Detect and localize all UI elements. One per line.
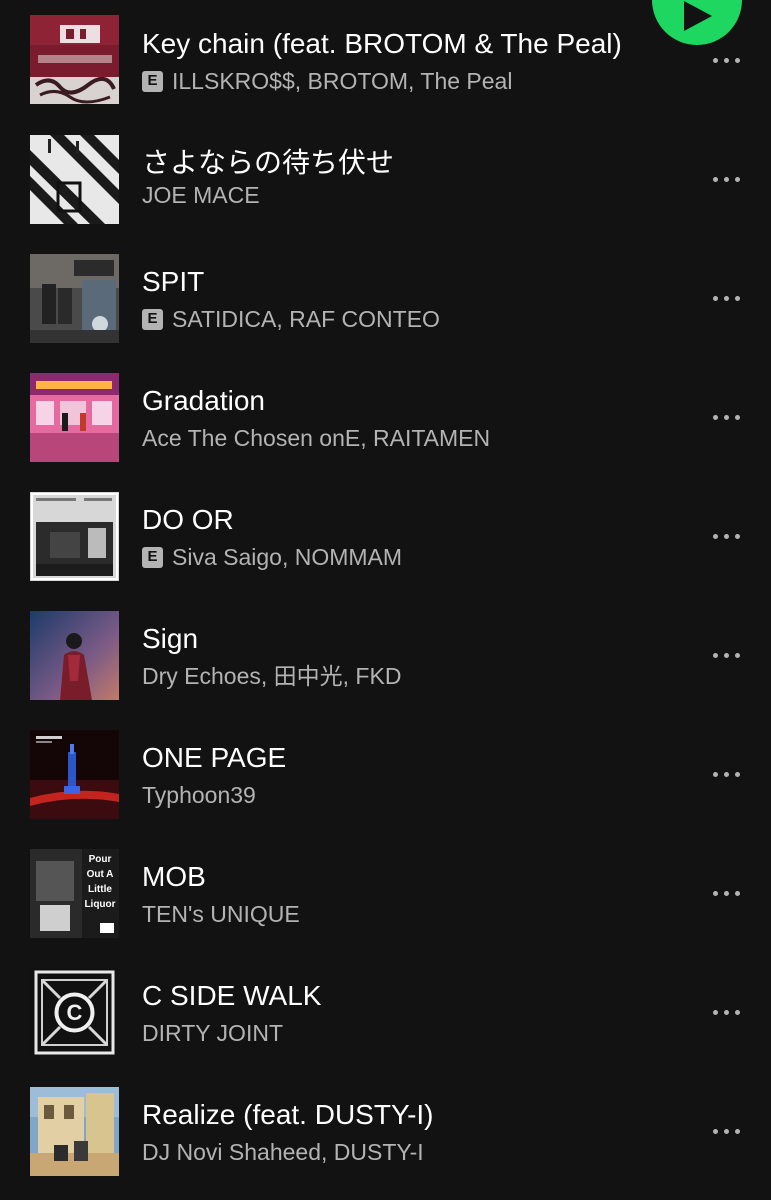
track-artists: Dry Echoes, 田中光, FKD	[142, 663, 402, 689]
track-title: MOB	[142, 861, 206, 892]
track-title: ONE PAGE	[142, 742, 287, 773]
track-row[interactable]: ONE PAGE Typhoon39	[0, 714, 771, 833]
more-options-icon[interactable]	[706, 516, 746, 556]
track-artists: JOE MACE	[142, 182, 260, 208]
track-artists: TEN's UNIQUE	[142, 901, 300, 927]
more-options-icon[interactable]	[706, 754, 746, 794]
explicit-badge: E	[142, 308, 163, 330]
more-options-icon[interactable]	[706, 992, 746, 1032]
track-title: さよならの待ち伏せ	[142, 147, 395, 178]
track-artists: SATIDICA, RAF CONTEO	[172, 306, 440, 332]
track-artists: Siva Saigo, NOMMAM	[172, 544, 403, 570]
track-artists-row: Typhoon39	[142, 781, 256, 809]
album-cover	[30, 15, 119, 104]
play-icon	[684, 1, 712, 31]
explicit-badge: E	[142, 70, 163, 92]
track-artists-row: Ace The Chosen onE, RAITAMEN	[142, 424, 490, 452]
more-options-icon[interactable]	[706, 159, 746, 199]
track-artists: DIRTY JOINT	[142, 1020, 283, 1046]
explicit-badge: E	[142, 546, 163, 568]
cover-text: Liquor	[84, 899, 115, 910]
track-row[interactable]: Sign Dry Echoes, 田中光, FKD	[0, 595, 771, 714]
track-row[interactable]: DO OR E Siva Saigo, NOMMAM	[0, 476, 771, 595]
track-title: Realize (feat. DUSTY-I)	[142, 1099, 434, 1130]
track-artists-row: E SATIDICA, RAF CONTEO	[142, 305, 440, 333]
track-title: Key chain (feat. BROTOM & The Peal)	[142, 28, 622, 59]
track-artists: DJ Novi Shaheed, DUSTY-I	[142, 1139, 424, 1165]
track-row[interactable]: さよならの待ち伏せ JOE MACE	[0, 119, 771, 238]
album-cover	[30, 730, 119, 819]
track-title: DO OR	[142, 504, 234, 535]
track-artists-row: DJ Novi Shaheed, DUSTY-I	[142, 1138, 424, 1166]
track-artists: Typhoon39	[142, 782, 256, 808]
album-cover	[30, 254, 119, 343]
album-cover	[30, 492, 119, 581]
more-options-icon[interactable]	[706, 397, 746, 437]
more-options-icon[interactable]	[706, 40, 746, 80]
svg-text:C: C	[67, 1000, 83, 1025]
track-row[interactable]: Gradation Ace The Chosen onE, RAITAMEN	[0, 357, 771, 476]
track-artists-row: JOE MACE	[142, 181, 260, 209]
album-cover	[30, 135, 119, 224]
album-cover: C	[30, 968, 119, 1057]
album-cover	[30, 1087, 119, 1176]
track-artists: Ace The Chosen onE, RAITAMEN	[142, 425, 491, 451]
track-artists-row: E ILLSKRO$$, BROTOM, The Peal	[142, 67, 512, 95]
track-row[interactable]: C C SIDE WALK DIRTY JOINT	[0, 952, 771, 1071]
track-title: Gradation	[142, 385, 265, 416]
track-title: Sign	[142, 623, 199, 654]
album-cover: Pour Out A Little Liquor	[30, 849, 119, 938]
more-options-icon[interactable]	[706, 873, 746, 913]
cover-text: Little	[88, 884, 112, 895]
track-row[interactable]: SPIT E SATIDICA, RAF CONTEO	[0, 238, 771, 357]
playlist-screen: Key chain (feat. BROTOM & The Peal) E IL…	[0, 0, 771, 1200]
track-row[interactable]: Realize (feat. DUSTY-I) DJ Novi Shaheed,…	[0, 1071, 771, 1190]
cover-text: Pour	[89, 854, 112, 865]
more-options-icon[interactable]	[706, 1111, 746, 1151]
track-title: SPIT	[142, 266, 205, 297]
cover-text: Out A	[87, 869, 114, 880]
album-cover	[30, 611, 119, 700]
more-options-icon[interactable]	[706, 278, 746, 318]
track-artists: ILLSKRO$$, BROTOM, The Peal	[172, 68, 513, 94]
track-artists-row: Dry Echoes, 田中光, FKD	[142, 662, 401, 690]
track-row[interactable]: Pour Out A Little Liquor MOB TEN's UNIQU…	[0, 833, 771, 952]
more-options-icon[interactable]	[706, 635, 746, 675]
track-artists-row: TEN's UNIQUE	[142, 900, 300, 928]
track-artists-row: DIRTY JOINT	[142, 1019, 283, 1047]
track-artists-row: E Siva Saigo, NOMMAM	[142, 543, 402, 571]
track-title: C SIDE WALK	[142, 980, 322, 1011]
album-cover	[30, 373, 119, 462]
